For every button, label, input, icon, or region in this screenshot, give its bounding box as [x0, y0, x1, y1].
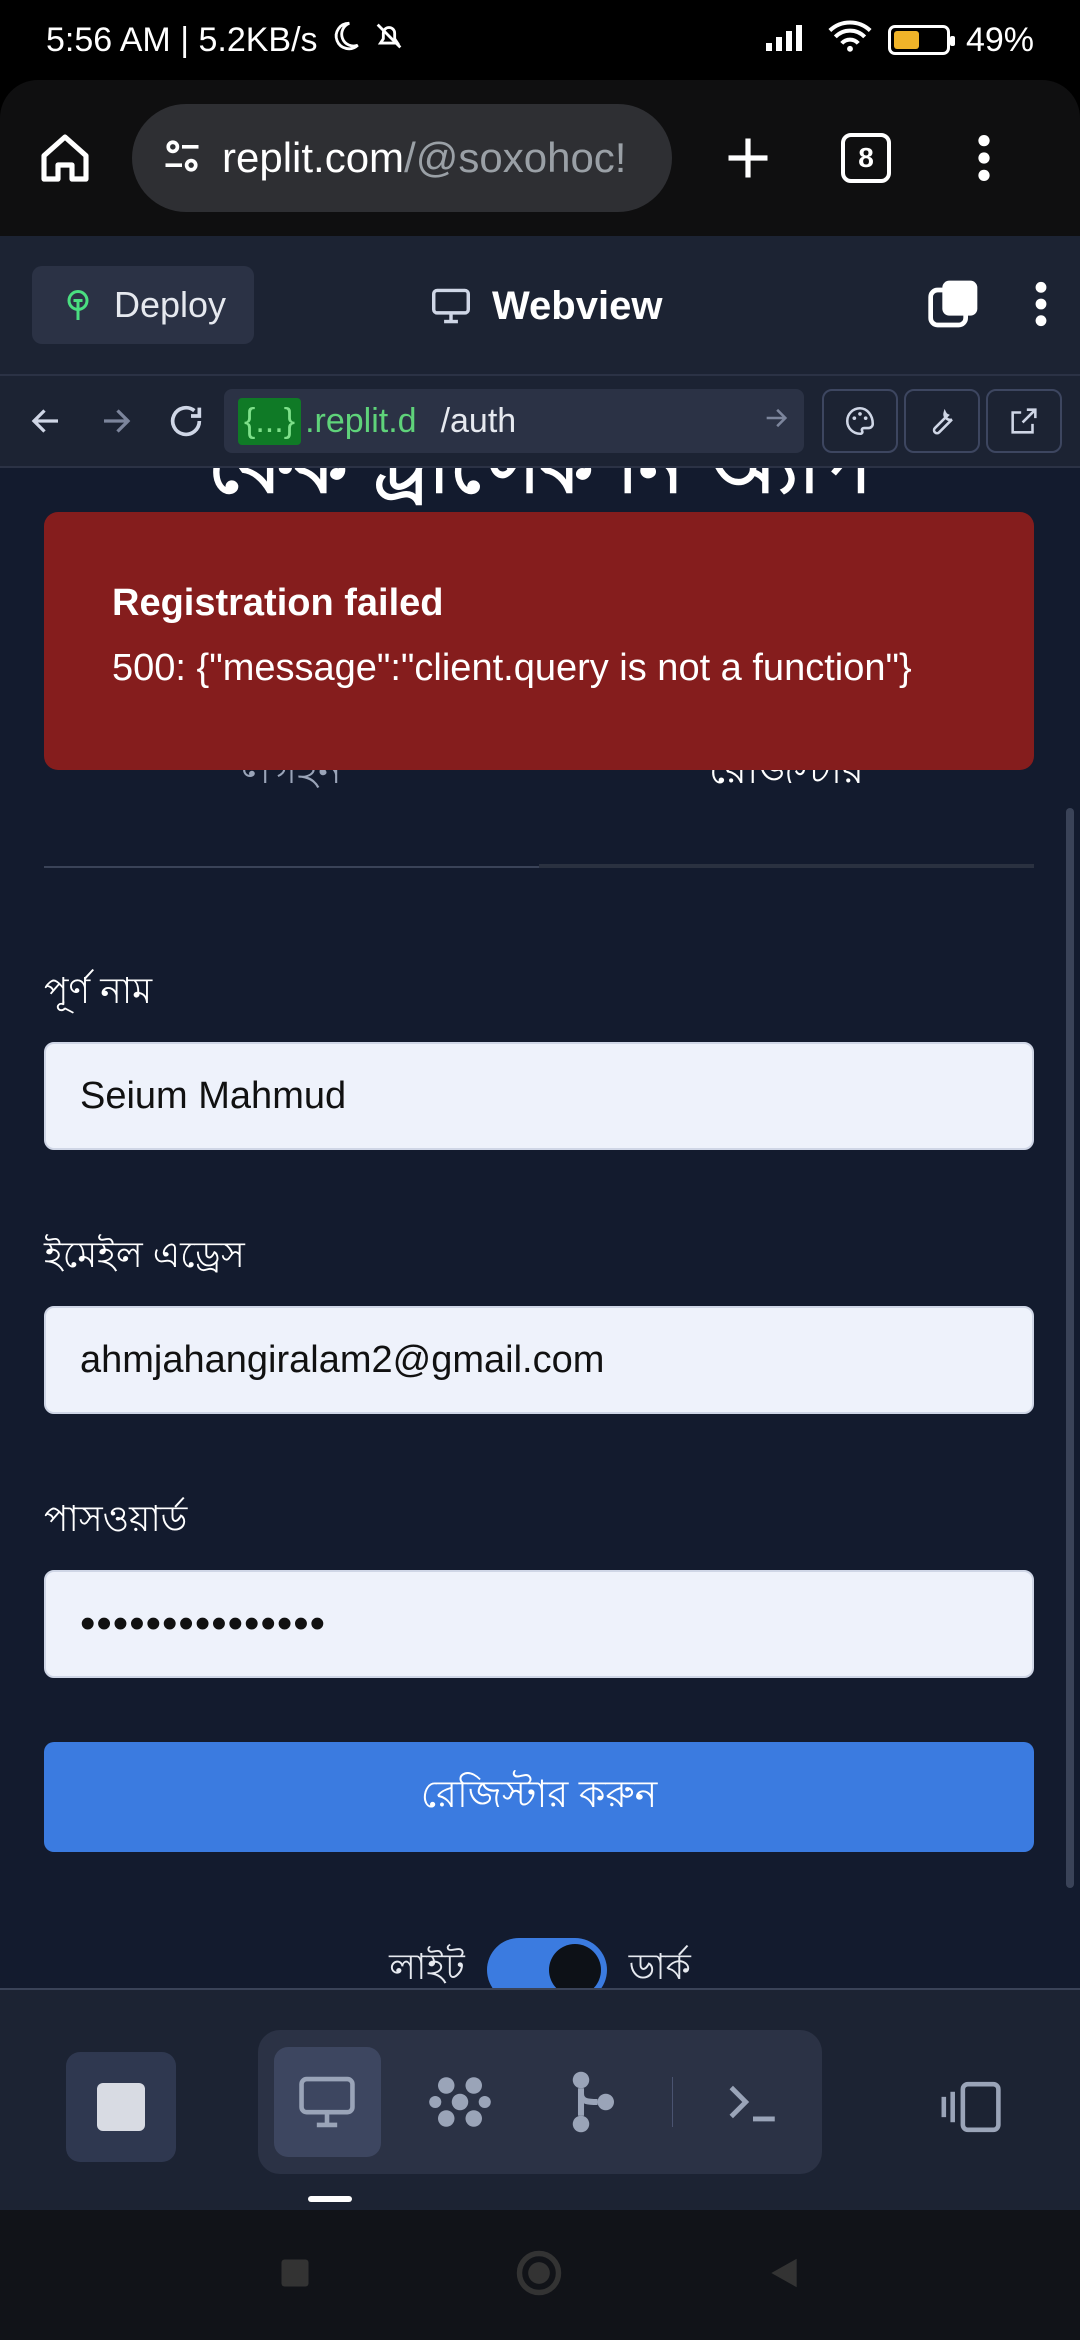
more-vert-icon	[978, 135, 990, 181]
palette-icon	[845, 406, 875, 436]
square-icon	[281, 2259, 309, 2286]
register-button[interactable]: রেজিস্টার করুন	[44, 1742, 1034, 1852]
battery-icon	[887, 25, 955, 55]
webview-tab-title[interactable]: Webview	[430, 236, 662, 376]
webview-page: ফেক ট্রান্সেকশন অ্যাপ লগইন রেজিস্টার পূর…	[0, 468, 1080, 1988]
header-actions	[926, 236, 1050, 376]
reload-icon	[170, 405, 202, 437]
address-path: /auth	[440, 401, 517, 440]
webview-tool-button[interactable]	[274, 2047, 381, 2157]
home-icon	[41, 134, 89, 182]
git-tool-button[interactable]	[539, 2047, 646, 2157]
arrow-right-icon	[104, 409, 131, 433]
url-text: replit.com/@soxohoc!	[222, 134, 626, 182]
webview-nav: {...} .replit.d /auth	[0, 376, 1080, 468]
battery-fill	[893, 31, 919, 49]
webview-label: Webview	[492, 283, 663, 328]
git-branch-icon	[573, 2071, 615, 2133]
palette-button[interactable]	[822, 389, 898, 453]
layout-button[interactable]	[918, 2052, 1028, 2162]
tab-count: 8	[841, 133, 891, 183]
back-button[interactable]	[14, 389, 78, 453]
moon-icon	[328, 19, 362, 62]
webview-address-bar[interactable]: {...} .replit.d /auth	[224, 389, 804, 453]
new-tab-button[interactable]	[708, 118, 788, 198]
stop-icon	[97, 2083, 145, 2131]
error-toast[interactable]: Registration failed 500: {"message":"cli…	[44, 512, 1034, 770]
tabs-button[interactable]: 8	[826, 118, 906, 198]
tool-separator	[671, 2077, 674, 2127]
deploy-button[interactable]: Deploy	[32, 266, 255, 344]
name-field[interactable]: Seium Mahmud	[44, 1042, 1034, 1150]
deploy-icon	[67, 290, 89, 320]
active-tool-indicator	[308, 2196, 352, 2202]
plus-icon	[728, 138, 768, 178]
address-subdomain: {...}	[238, 397, 302, 445]
open-external-button[interactable]	[986, 389, 1062, 453]
toast-title: Registration failed	[112, 582, 444, 624]
go-arrow-icon[interactable]	[762, 402, 790, 441]
forward-button[interactable]	[84, 389, 148, 453]
dark-label: ডার্ক	[628, 1946, 691, 1987]
shell-tool-button[interactable]	[699, 2047, 806, 2157]
bell-off-icon	[372, 19, 406, 62]
triangle-back-icon	[771, 2258, 797, 2287]
stop-button[interactable]	[66, 2052, 176, 2162]
status-right: 49%	[764, 19, 1034, 62]
browser-toolbar: replit.com/@soxohoc! 8	[0, 80, 1080, 236]
status-time-speed: 5:56 AM | 5.2KB/s	[46, 20, 318, 59]
wifi-icon	[828, 19, 872, 62]
url-path: /@soxohoc!	[404, 134, 627, 181]
deploy-label: Deploy	[114, 284, 227, 325]
monitor-icon	[299, 2076, 355, 2128]
arrow-left-icon	[31, 409, 58, 433]
password-label: পাসওয়ার্ড	[44, 1498, 188, 1539]
replit-bottom-toolbar	[0, 1988, 1080, 2210]
tool-switcher	[258, 2030, 822, 2174]
theme-toggle[interactable]	[486, 1938, 607, 1988]
circle-icon	[516, 2250, 562, 2295]
stacked-windows-icon	[928, 280, 978, 327]
agent-tool-button[interactable]	[407, 2047, 514, 2157]
replit-header: Deploy Webview	[0, 236, 1080, 376]
recents-button[interactable]	[277, 2255, 313, 2296]
theme-toggle-row: লাইট ডার্ক	[0, 1938, 1080, 1988]
status-left: 5:56 AM | 5.2KB/s	[46, 19, 406, 62]
toast-message: 500: {"message":"client.query is not a f…	[112, 647, 912, 689]
status-bar: 5:56 AM | 5.2KB/s 49%	[0, 0, 1080, 80]
devtools-button[interactable]	[904, 389, 980, 453]
terminal-icon	[729, 2085, 775, 2122]
password-field[interactable]: •••••••••••••••	[44, 1570, 1034, 1678]
light-label: লাইট	[389, 1946, 465, 1987]
external-link-icon	[1011, 408, 1037, 434]
site-settings-icon[interactable]	[160, 134, 204, 183]
back-nav-button[interactable]	[765, 2253, 803, 2298]
panel-layout-icon	[941, 2081, 1001, 2133]
browser-menu-button[interactable]	[944, 118, 1024, 198]
agent-icon	[428, 2077, 491, 2127]
url-host: replit.com	[222, 134, 405, 181]
monitor-icon	[432, 288, 470, 324]
home-nav-button[interactable]	[513, 2247, 565, 2304]
tab-switcher-button[interactable]	[926, 276, 982, 337]
scrollbar[interactable]	[1066, 808, 1074, 1888]
reload-button[interactable]	[154, 389, 218, 453]
email-label: ইমেইল এড্রেস	[44, 1234, 245, 1275]
toggle-knob	[548, 1944, 601, 1988]
address-domain: .replit.d	[305, 401, 417, 440]
battery-percent: 49%	[965, 20, 1034, 59]
home-button[interactable]	[30, 123, 100, 193]
name-label: পূর্ণ নাম	[44, 970, 153, 1011]
replit-menu-button[interactable]	[1032, 279, 1050, 334]
wrench-icon	[932, 408, 953, 435]
more-vert-icon	[1035, 281, 1047, 326]
system-navigation-bar	[0, 2210, 1080, 2340]
email-field[interactable]: ahmjahangiralam2@gmail.com	[44, 1306, 1034, 1414]
signal-icon	[764, 21, 812, 60]
url-bar[interactable]: replit.com/@soxohoc!	[132, 104, 672, 212]
